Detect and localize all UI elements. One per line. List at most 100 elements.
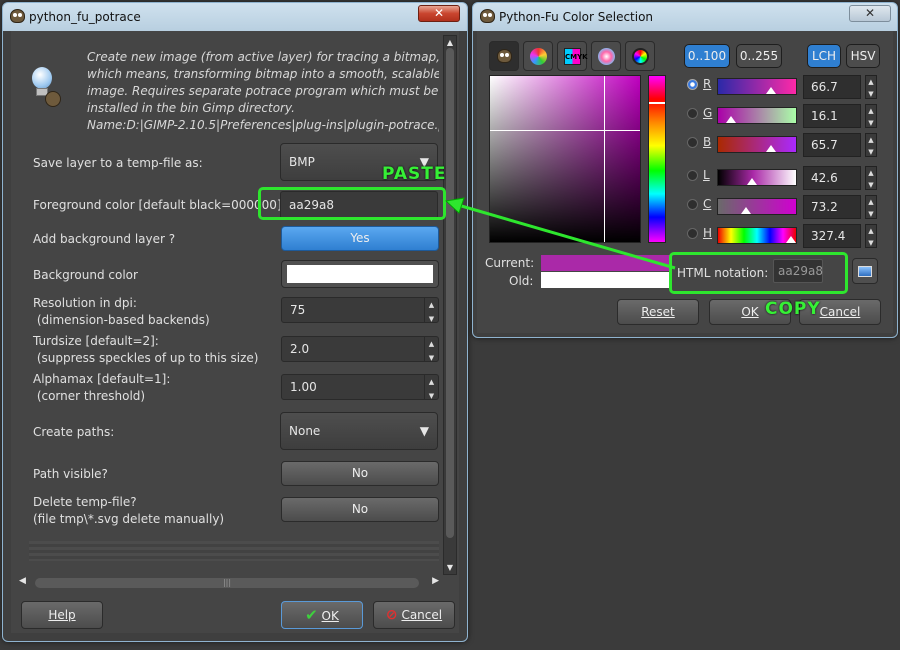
colorsel-title: Python-Fu Color Selection: [499, 10, 654, 24]
create-paths-select[interactable]: None ▼: [280, 412, 438, 450]
channel-value-r[interactable]: 66.7: [803, 75, 861, 99]
lch-label: LCH: [811, 49, 837, 63]
channel-value-c[interactable]: 73.2: [803, 195, 861, 219]
colorsel-titlebar[interactable]: Python-Fu Color Selection ✕: [473, 3, 897, 31]
spin-arrows-icon[interactable]: ▲ ▼: [424, 375, 438, 400]
channel-slider-c[interactable]: [717, 198, 797, 215]
crosshair-vertical: [604, 76, 605, 242]
bg-color-label: Background color: [33, 268, 138, 282]
channel-radio-r[interactable]: [687, 79, 698, 90]
save-layer-label: Save layer to a temp-file as:: [33, 156, 203, 170]
channel-value-text: 16.1: [811, 109, 838, 123]
bg-color-button[interactable]: [281, 260, 439, 288]
scrollbar-thumb[interactable]: [446, 48, 454, 538]
vertical-scrollbar[interactable]: ▲ ▼: [443, 35, 457, 575]
channel-value-text: 73.2: [811, 200, 838, 214]
range-0-255-button[interactable]: 0..255: [736, 44, 782, 68]
channel-radio-h[interactable]: [687, 228, 698, 239]
horizontal-scrollbar[interactable]: ◀ ||| ▶: [19, 576, 439, 590]
scroll-right-icon[interactable]: ▶: [432, 576, 439, 586]
old-color-swatch: [541, 272, 671, 288]
alphamax-value: 1.00: [290, 380, 317, 394]
potrace-title: python_fu_potrace: [29, 10, 141, 24]
channel-slider-l[interactable]: [717, 169, 797, 186]
current-label: Current:: [485, 256, 535, 270]
channel-value-g[interactable]: 16.1: [803, 104, 861, 128]
channel-slider-r[interactable]: [717, 78, 797, 95]
dropdown-arrow-icon: ▼: [419, 424, 429, 438]
spin-arrows-icon[interactable]: ▲ ▼: [424, 298, 438, 323]
lch-button[interactable]: LCH: [807, 44, 841, 68]
add-bg-label: Add background layer ?: [33, 232, 176, 246]
close-icon[interactable]: ✕: [418, 5, 460, 22]
channel-value-l[interactable]: 42.6: [803, 166, 861, 190]
delete-temp-toggle[interactable]: No: [281, 497, 439, 522]
ok-button[interactable]: ✔ OK: [281, 601, 363, 629]
spin-arrows-icon[interactable]: ▲ ▼: [424, 337, 438, 362]
channel-value-h[interactable]: 327.4: [803, 224, 861, 248]
scroll-down-icon[interactable]: ▼: [444, 563, 456, 572]
range-0-255-label: 0..255: [739, 49, 779, 63]
horizontal-thumb[interactable]: |||: [35, 578, 419, 588]
slider-marker[interactable]: [765, 145, 776, 152]
alphamax-input[interactable]: 1.00 ▲ ▼: [281, 374, 439, 400]
close-icon[interactable]: ✕: [849, 5, 891, 22]
turdsize-input[interactable]: 2.0 ▲ ▼: [281, 336, 439, 362]
path-visible-toggle[interactable]: No: [281, 461, 439, 486]
spin-arrows-icon[interactable]: ▲ ▼: [865, 166, 877, 190]
potrace-titlebar[interactable]: python_fu_potrace ✕: [3, 3, 467, 31]
color-wheel-icon: [632, 48, 649, 65]
tab-watercolor[interactable]: [591, 41, 621, 71]
channel-letter-h: H: [703, 226, 713, 240]
channel-slider-b[interactable]: [717, 136, 797, 153]
slider-marker[interactable]: [766, 87, 777, 94]
tab-cmyk[interactable]: CMYK: [557, 41, 588, 71]
reset-label: Reset: [641, 305, 675, 319]
hsv-button[interactable]: HSV: [846, 44, 880, 68]
channel-radio-g[interactable]: [687, 108, 698, 119]
cancel-label: Cancel: [401, 608, 443, 622]
spin-arrows-icon[interactable]: ▲ ▼: [865, 104, 877, 128]
gimp-icon: [480, 9, 495, 23]
color-picker-icon: [858, 266, 872, 277]
help-button[interactable]: Help: [21, 601, 103, 629]
channel-slider-g[interactable]: [717, 107, 797, 124]
slider-marker[interactable]: [725, 116, 736, 123]
channel-letter-b: B: [703, 135, 712, 149]
add-bg-toggle[interactable]: Yes: [281, 226, 439, 251]
cancel-button[interactable]: ⊘ Cancel: [373, 601, 455, 629]
color-area[interactable]: [489, 75, 641, 243]
range-0-100-button[interactable]: 0..100: [684, 44, 730, 68]
slider-marker[interactable]: [785, 236, 796, 243]
scroll-left-icon[interactable]: ◀: [19, 576, 26, 586]
gimp-icon: [497, 49, 512, 63]
spin-arrows-icon[interactable]: ▲ ▼: [865, 133, 877, 157]
eyedropper-button[interactable]: [852, 258, 878, 284]
path-visible-label: Path visible?: [33, 467, 108, 481]
reset-button[interactable]: Reset: [617, 299, 699, 325]
tab-palette[interactable]: [523, 41, 553, 71]
channel-radio-l[interactable]: [687, 170, 698, 181]
resolution-label: Resolution in dpi: (dimension-based back…: [33, 296, 210, 327]
channel-letter-c: C: [703, 197, 712, 211]
channel-slider-h[interactable]: [717, 227, 797, 244]
spin-arrows-icon[interactable]: ▲ ▼: [865, 224, 877, 248]
scroll-up-icon[interactable]: ▲: [444, 38, 456, 47]
channel-radio-c[interactable]: [687, 199, 698, 210]
spin-arrows-icon[interactable]: ▲ ▼: [865, 75, 877, 99]
channel-radio-b[interactable]: [687, 137, 698, 148]
spin-arrows-icon[interactable]: ▲ ▼: [865, 195, 877, 219]
channel-value-b[interactable]: 65.7: [803, 133, 861, 157]
palette-icon: [530, 48, 547, 65]
ok-label: OK: [321, 609, 339, 623]
tab-gimp-selector[interactable]: [489, 41, 519, 71]
slider-marker[interactable]: [747, 178, 758, 185]
tab-wheel[interactable]: [625, 41, 655, 71]
channel-value-text: 65.7: [811, 138, 838, 152]
slider-marker[interactable]: [741, 207, 751, 214]
resolution-input[interactable]: 75 ▲ ▼: [281, 297, 439, 323]
hue-strip[interactable]: [648, 75, 666, 243]
copy-highlight-box: [669, 252, 848, 294]
potrace-dialog: python_fu_potrace ✕ Create new image (fr…: [2, 2, 468, 642]
hsv-label: HSV: [850, 49, 876, 63]
